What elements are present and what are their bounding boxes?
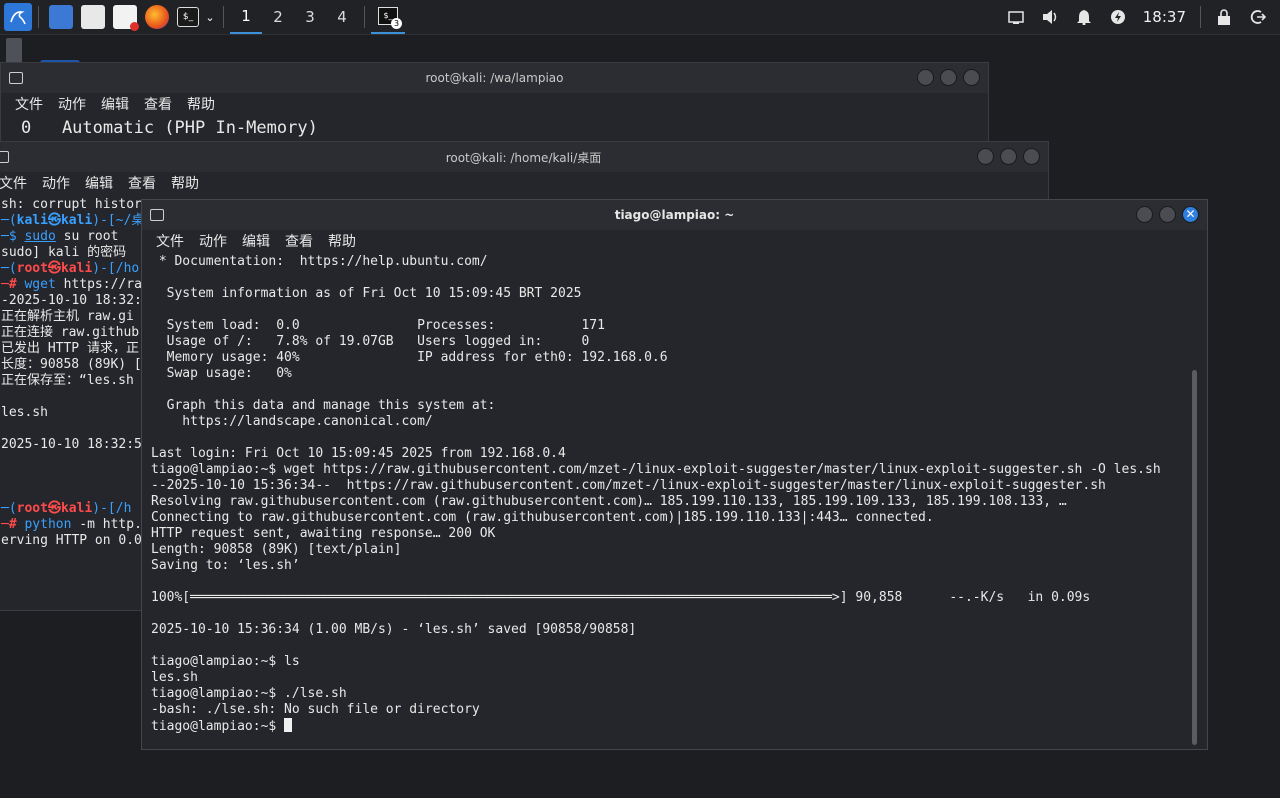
- menu-file[interactable]: 文件: [156, 231, 184, 251]
- logout-icon[interactable]: [1246, 5, 1270, 29]
- lock-icon[interactable]: [1212, 5, 1236, 29]
- terminal-line: --2025-10-10 15:36:34-- https://raw.gith…: [151, 478, 1106, 493]
- terminal-window-tiago-lampiao[interactable]: tiago@lampiao: ~ ✕ 文件 动作 编辑 查看 帮助 * Docu…: [141, 199, 1208, 750]
- maximize-button[interactable]: [1000, 148, 1017, 165]
- window-titlebar[interactable]: root@kali: /wa/lampiao: [1, 63, 988, 93]
- menu-bar: 文件 动作 编辑 查看 帮助: [1, 93, 988, 115]
- terminal-line: Resolving raw.githubusercontent.com (raw…: [151, 494, 1067, 509]
- terminal-line: Saving to: ‘les.sh’: [151, 558, 300, 573]
- terminal-line: -bash: ./lse.sh: No such file or directo…: [151, 702, 480, 717]
- maximize-button[interactable]: [1159, 206, 1176, 223]
- minimize-button[interactable]: [977, 148, 994, 165]
- minimize-button[interactable]: [917, 69, 934, 86]
- menu-edit[interactable]: 编辑: [242, 231, 270, 251]
- show-desktop-icon[interactable]: [49, 5, 73, 29]
- terminal-line: Last login: Fri Oct 10 15:09:45 2025 fro…: [151, 446, 566, 461]
- menu-bar: 文件 动作 编辑 查看 帮助: [0, 172, 1048, 194]
- terminal-line: tiago@lampiao:~$ ./lse.sh: [151, 686, 347, 701]
- terminal-line: tiago@lampiao:~$ ls: [151, 654, 300, 669]
- terminal-line: Memory usage: 40% IP address for eth0: 1…: [151, 350, 668, 365]
- window-titlebar[interactable]: tiago@lampiao: ~ ✕: [142, 200, 1207, 230]
- terminal-line: Swap usage: 0%: [151, 366, 292, 381]
- terminal-icon: [9, 72, 23, 84]
- terminal-icon: [0, 151, 9, 163]
- taskbar: $_ ⌄ 1 2 3 4 $_ 3 18:37: [0, 0, 1280, 35]
- terminal-line: tiago@lampiao:~$ wget https://raw.github…: [151, 462, 1161, 477]
- menu-file[interactable]: 文件: [15, 94, 43, 114]
- terminal-line: les.sh: [151, 670, 198, 685]
- firefox-icon[interactable]: [145, 5, 169, 29]
- workspace-2[interactable]: 2: [262, 0, 294, 34]
- maximize-button[interactable]: [940, 69, 957, 86]
- menu-bar: 文件 动作 编辑 查看 帮助: [142, 230, 1207, 252]
- text-editor-icon[interactable]: [113, 5, 139, 31]
- menu-view[interactable]: 查看: [128, 173, 156, 193]
- menu-edit[interactable]: 编辑: [85, 173, 113, 193]
- window-titlebar[interactable]: root@kali: /home/kali/桌面: [0, 142, 1048, 172]
- close-button[interactable]: ✕: [1182, 206, 1199, 223]
- prompt: tiago@lampiao:~$: [151, 719, 285, 734]
- terminal-line: 0 Automatic (PHP In-Memory): [21, 118, 318, 138]
- terminal-window-lampiao-msf[interactable]: root@kali: /wa/lampiao 文件 动作 编辑 查看 帮助 0 …: [0, 62, 989, 152]
- file-manager-icon[interactable]: [81, 5, 105, 29]
- terminal-line: System load: 0.0 Processes: 171: [151, 318, 605, 333]
- workspace-1[interactable]: 1: [230, 0, 262, 34]
- minimize-button[interactable]: [1136, 206, 1153, 223]
- display-icon[interactable]: [1004, 5, 1028, 29]
- terminal-line: Usage of /: 7.8% of 19.07GB Users logged…: [151, 334, 590, 349]
- menu-help[interactable]: 帮助: [328, 231, 356, 251]
- volume-icon[interactable]: [1038, 5, 1062, 29]
- terminal-line: HTTP request sent, awaiting response… 20…: [151, 526, 496, 541]
- terminal-line: System information as of Fri Oct 10 15:0…: [151, 286, 582, 301]
- terminal-prompt-line[interactable]: tiago@lampiao:~$: [151, 718, 1207, 735]
- menu-actions[interactable]: 动作: [58, 94, 86, 114]
- desktop-file-icon[interactable]: [6, 38, 22, 64]
- menu-help[interactable]: 帮助: [187, 94, 215, 114]
- text-cursor: [284, 718, 293, 732]
- menu-actions[interactable]: 动作: [42, 173, 70, 193]
- menu-view[interactable]: 查看: [144, 94, 172, 114]
- notifications-icon[interactable]: [1072, 5, 1096, 29]
- close-button[interactable]: [963, 69, 980, 86]
- terminal-line: 100%[═══════════════════════════════════…: [151, 590, 1091, 605]
- terminal-line: Length: 90858 (89K) [text/plain]: [151, 542, 402, 557]
- clock[interactable]: 18:37: [1143, 8, 1186, 26]
- terminal-line: https://landscape.canonical.com/: [151, 414, 433, 429]
- menu-help[interactable]: 帮助: [171, 173, 199, 193]
- terminal-line: Connecting to raw.githubusercontent.com …: [151, 510, 934, 525]
- terminal-icon: [150, 209, 164, 221]
- terminal-output[interactable]: 0 Automatic (PHP In-Memory): [1, 115, 988, 139]
- menu-edit[interactable]: 编辑: [101, 94, 129, 114]
- window-title: root@kali: /wa/lampiao: [425, 71, 564, 85]
- kali-menu-icon[interactable]: [4, 3, 32, 31]
- window-title: tiago@lampiao: ~: [614, 208, 735, 222]
- menu-view[interactable]: 查看: [285, 231, 313, 251]
- menu-actions[interactable]: 动作: [199, 231, 227, 251]
- window-count-badge: 3: [391, 18, 402, 29]
- close-button[interactable]: [1023, 148, 1040, 165]
- terminal-line: Graph this data and manage this system a…: [151, 398, 496, 413]
- terminal-line: * Documentation: https://help.ubuntu.com…: [151, 254, 488, 269]
- workspace-3[interactable]: 3: [294, 0, 326, 34]
- workspace-4[interactable]: 4: [326, 0, 358, 34]
- scrollbar[interactable]: [1192, 370, 1197, 745]
- terminal-icon[interactable]: $_: [177, 7, 199, 27]
- terminal-line: 2025-10-10 15:36:34 (1.00 MB/s) - ‘les.s…: [151, 622, 637, 637]
- menu-file[interactable]: 文件: [0, 173, 27, 193]
- terminal-group-button[interactable]: $_ 3: [371, 0, 405, 34]
- power-icon[interactable]: [1106, 5, 1130, 29]
- chevron-down-icon[interactable]: ⌄: [203, 5, 217, 29]
- window-title: root@kali: /home/kali/桌面: [445, 150, 602, 165]
- terminal-output[interactable]: * Documentation: https://help.ubuntu.com…: [142, 252, 1207, 735]
